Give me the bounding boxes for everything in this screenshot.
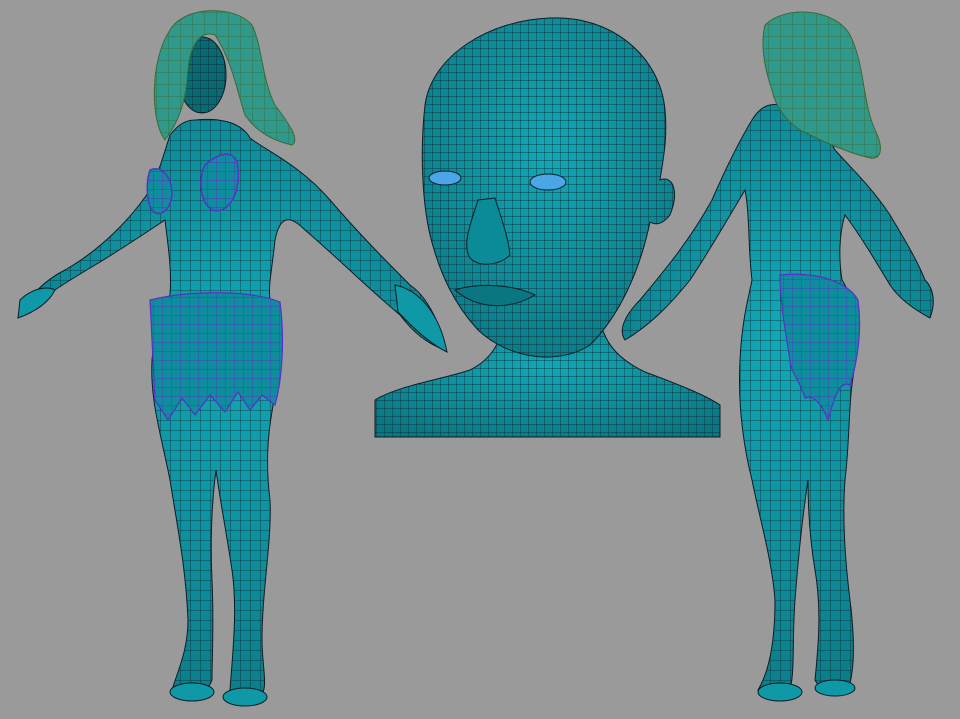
back-left-foot: [814, 679, 856, 697]
viewport: [0, 0, 960, 719]
front-right-foot: [169, 682, 215, 702]
closeup-right-eye: [529, 173, 567, 191]
closeup-left-eye: [428, 170, 462, 186]
front-figure: [17, 10, 448, 707]
scene-canvas: [17, 10, 934, 707]
front-left-foot: [222, 687, 268, 707]
back-figure: [621, 11, 934, 702]
front-right-hand: [17, 287, 56, 319]
back-right-foot: [757, 682, 803, 702]
head-closeup: [374, 17, 721, 438]
